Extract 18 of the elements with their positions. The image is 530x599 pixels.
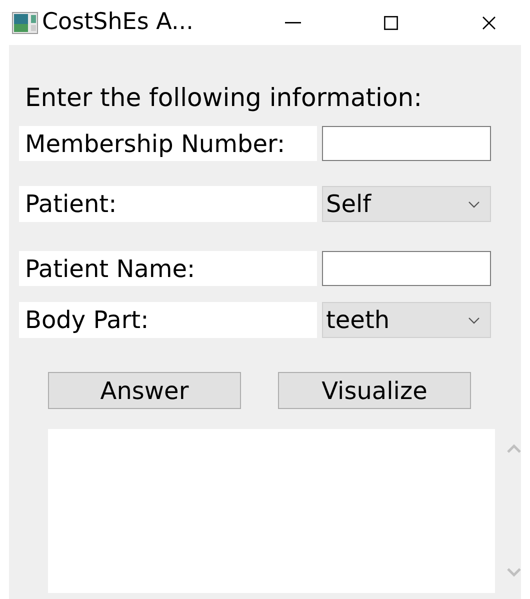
action-button[interactable]: Visualize (278, 372, 471, 409)
chevron-down-icon (468, 316, 480, 324)
dropdown[interactable]: Self (322, 186, 491, 222)
maximize-icon[interactable] (384, 16, 398, 30)
field-label: Patient Name: (19, 251, 317, 286)
field-label: Body Part: (19, 302, 317, 338)
field-label: Patient: (19, 186, 317, 222)
app-icon (12, 12, 38, 34)
field-label: Membership Number: (19, 126, 317, 161)
instruction-text: Enter the following information: (25, 82, 422, 114)
window-title: CostShEs A... (42, 8, 194, 38)
input-field[interactable] (322, 126, 491, 161)
close-icon[interactable] (482, 16, 496, 30)
action-button[interactable]: Answer (48, 372, 241, 409)
dropdown[interactable]: teeth (322, 302, 491, 338)
minimize-icon[interactable] (285, 22, 301, 24)
input-field[interactable] (322, 251, 491, 286)
chevron-down-icon (468, 200, 480, 208)
